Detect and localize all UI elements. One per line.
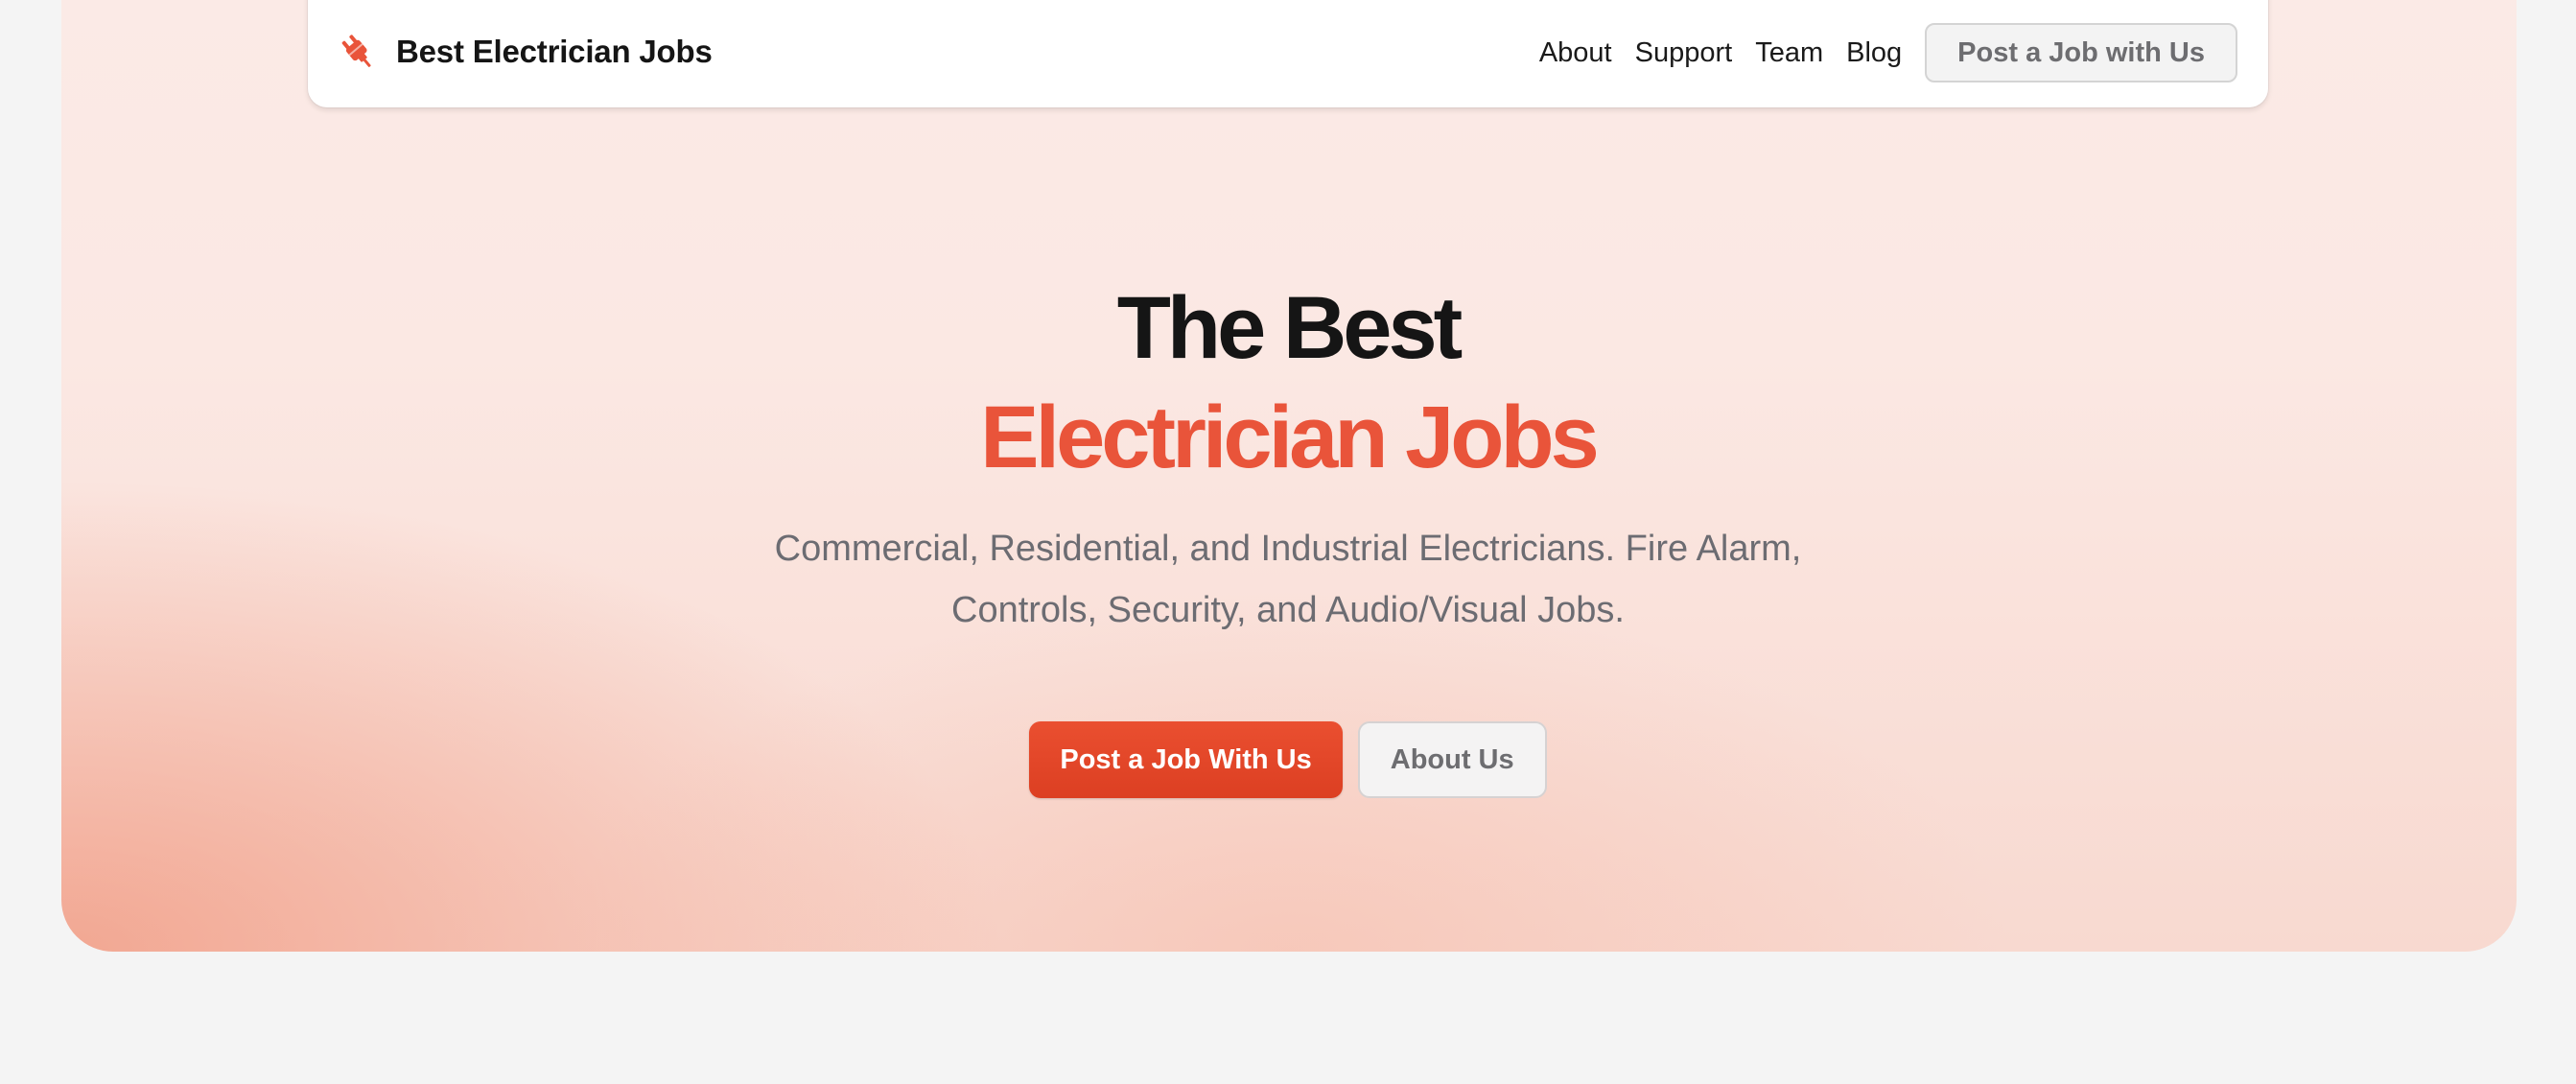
top-navigation-bar: Best Electrician Jobs About Support Team… xyxy=(308,0,2268,107)
electrical-plug-icon xyxy=(337,31,379,73)
hero-title-line2: Electrician Jobs xyxy=(980,389,1600,486)
hero-title-line1: The Best xyxy=(1116,279,1464,377)
brand-logo[interactable]: Best Electrician Jobs xyxy=(337,31,713,73)
hero-subtitle-line2: Controls, Security, and Audio/Visual Job… xyxy=(951,590,1625,630)
nav-link-support[interactable]: Support xyxy=(1635,37,1733,69)
hero-cta-group: Post a Job With Us About Us xyxy=(0,721,2576,798)
post-job-button[interactable]: Post a Job With Us xyxy=(1029,721,1343,798)
nav-link-about[interactable]: About xyxy=(1539,37,1612,69)
nav-link-blog[interactable]: Blog xyxy=(1846,37,1902,69)
nav-link-team[interactable]: Team xyxy=(1755,37,1823,69)
brand-name: Best Electrician Jobs xyxy=(396,34,713,69)
post-job-nav-button[interactable]: Post a Job with Us xyxy=(1925,23,2237,82)
hero-subtitle-line1: Commercial, Residential, and Industrial … xyxy=(774,529,1802,569)
about-us-button[interactable]: About Us xyxy=(1357,721,1547,798)
hero-subtitle: Commercial, Residential, and Industrial … xyxy=(0,518,2576,641)
nav-links: About Support Team Blog Post a Job with … xyxy=(1539,23,2237,82)
